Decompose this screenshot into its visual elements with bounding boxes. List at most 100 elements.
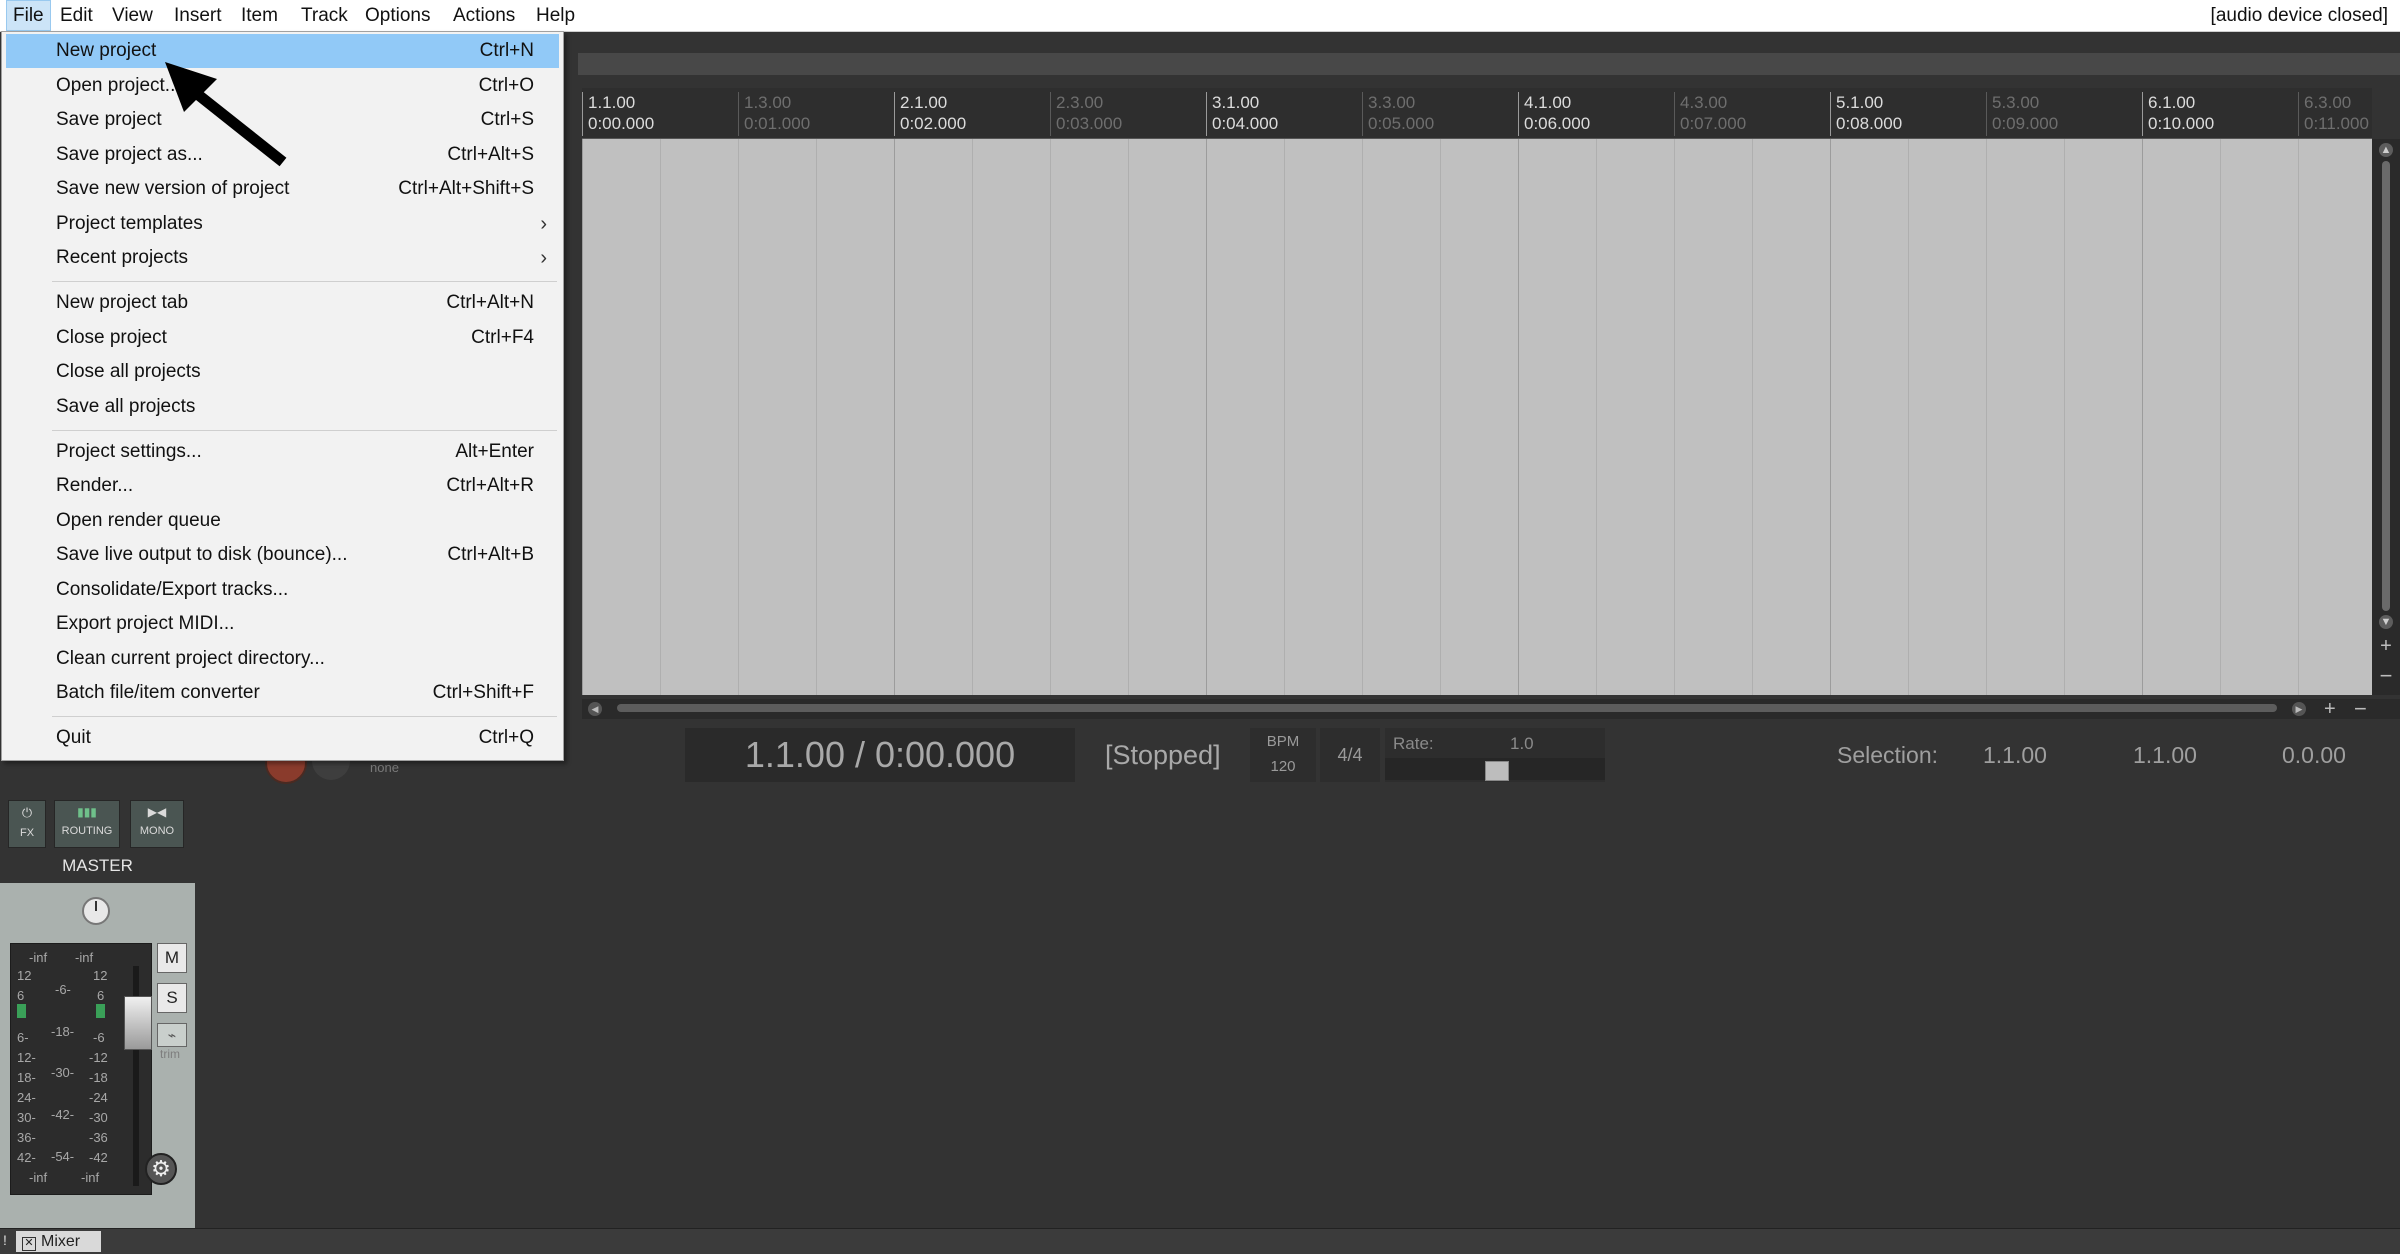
trim-label: trim bbox=[160, 1047, 180, 1061]
selection-start[interactable]: 1.1.00 bbox=[1983, 728, 2047, 782]
horizontal-scroll-thumb[interactable] bbox=[617, 704, 2277, 712]
menu-item-label: Render... bbox=[56, 475, 134, 496]
ruler-time-label: 0:06.000 bbox=[1524, 114, 1591, 133]
menu-help[interactable]: Help bbox=[530, 0, 581, 31]
horizontal-zoom-out-icon[interactable]: − bbox=[2354, 698, 2367, 720]
mixer-tab[interactable]: ✕ Mixer bbox=[16, 1231, 101, 1252]
pan-knob-icon[interactable] bbox=[82, 897, 110, 925]
meter-mid-value: -30- bbox=[51, 1065, 75, 1080]
menu-file[interactable]: File bbox=[6, 0, 51, 31]
grid-line bbox=[660, 139, 661, 695]
menu-item-save-all-projects[interactable]: Save all projects bbox=[6, 390, 559, 424]
menu-item-batch-converter[interactable]: Batch file/item converter Ctrl+Shift+F bbox=[6, 676, 559, 710]
master-fx-button[interactable]: ⏻ FX bbox=[8, 800, 46, 848]
menu-item-project-templates[interactable]: Project templates › bbox=[6, 207, 559, 241]
bpm-value: 120 bbox=[1270, 758, 1296, 775]
arrange-track-area[interactable] bbox=[582, 139, 2372, 695]
meter-left-value: 42- bbox=[17, 1150, 36, 1165]
master-solo-button[interactable]: S bbox=[157, 983, 187, 1013]
zoom-out-icon[interactable]: − bbox=[2379, 665, 2393, 687]
menu-options[interactable]: Options bbox=[359, 0, 436, 31]
master-mono-button[interactable]: ▶◀ MONO bbox=[130, 800, 184, 848]
ruler-tick bbox=[894, 92, 895, 136]
menu-item-new-project[interactable]: New project Ctrl+N bbox=[6, 34, 559, 68]
ruler-tick bbox=[1206, 92, 1207, 136]
menu-item-shortcut: Ctrl+Alt+Shift+S bbox=[398, 178, 534, 199]
menu-item-save-new-version[interactable]: Save new version of project Ctrl+Alt+Shi… bbox=[6, 172, 559, 206]
meter-left-value: 36- bbox=[17, 1130, 36, 1145]
menu-item-consolidate-export[interactable]: Consolidate/Export tracks... bbox=[6, 573, 559, 607]
grid-line bbox=[582, 139, 583, 695]
menu-item-shortcut: Ctrl+Q bbox=[478, 727, 534, 748]
envelope-icon[interactable]: ⌁ bbox=[157, 1023, 187, 1047]
menu-item-quit[interactable]: Quit Ctrl+Q bbox=[6, 721, 559, 755]
ruler-bar-label: 3.3.00 bbox=[1368, 93, 1416, 112]
playrate-control[interactable]: Rate: 1.0 bbox=[1385, 728, 1605, 782]
grid-line bbox=[2220, 139, 2221, 695]
rate-value: 1.0 bbox=[1510, 734, 1534, 753]
scroll-up-icon[interactable]: ▲ bbox=[2379, 143, 2393, 157]
menu-item-shortcut: Ctrl+Shift+F bbox=[432, 682, 534, 703]
horizontal-zoom-in-icon[interactable]: + bbox=[2324, 699, 2336, 719]
menu-actions[interactable]: Actions bbox=[447, 0, 521, 31]
menu-item-open-project[interactable]: Open project... Ctrl+O bbox=[6, 69, 559, 103]
meter-left-value: 12- bbox=[17, 1050, 36, 1065]
ruler-time-label: 0:07.000 bbox=[1680, 114, 1747, 133]
menu-item[interactable]: Item bbox=[235, 0, 284, 31]
scroll-down-icon[interactable]: ▼ bbox=[2379, 615, 2393, 629]
master-meter[interactable]: -inf 12 6 6- 12- 18- 24- 30- 36- 42- -in… bbox=[10, 943, 152, 1195]
grid-line bbox=[1050, 139, 1051, 695]
ruler-bar-label: 5.1.00 bbox=[1836, 93, 1884, 112]
zoom-in-icon[interactable]: + bbox=[2379, 636, 2393, 656]
horizontal-scrollbar[interactable]: ◀ ▶ + − bbox=[582, 698, 2400, 720]
file-menu-dropdown: New project Ctrl+N Open project... Ctrl+… bbox=[1, 31, 564, 761]
rate-slider[interactable] bbox=[1385, 758, 1605, 781]
menu-item-label: Quit bbox=[56, 727, 91, 748]
fx-label: FX bbox=[19, 827, 35, 839]
time-signature[interactable]: 4/4 bbox=[1320, 728, 1380, 782]
menu-item-render[interactable]: Render... Ctrl+Alt+R bbox=[6, 469, 559, 503]
timeline-ruler[interactable]: 1.1.00 0:00.000 1.3.00 0:01.000 2.1.00 0… bbox=[582, 88, 2372, 139]
menu-track[interactable]: Track bbox=[295, 0, 354, 31]
menu-item-save-project-as[interactable]: Save project as... Ctrl+Alt+S bbox=[6, 138, 559, 172]
menu-item-export-midi[interactable]: Export project MIDI... bbox=[6, 607, 559, 641]
record-mode-label[interactable]: none bbox=[370, 760, 399, 775]
menu-item-project-settings[interactable]: Project settings... Alt+Enter bbox=[6, 435, 559, 469]
grid-line bbox=[894, 139, 895, 695]
master-routing-button[interactable]: ▮▮▮ ROUTING bbox=[54, 800, 120, 848]
scroll-right-icon[interactable]: ▶ bbox=[2292, 702, 2306, 716]
menu-item-open-render-queue[interactable]: Open render queue bbox=[6, 504, 559, 538]
menu-separator bbox=[52, 281, 557, 282]
menu-item-recent-projects[interactable]: Recent projects › bbox=[6, 241, 559, 275]
menu-item-save-project[interactable]: Save project Ctrl+S bbox=[6, 103, 559, 137]
vertical-scroll-thumb[interactable] bbox=[2382, 161, 2390, 611]
ruler-tick bbox=[2298, 92, 2299, 136]
selection-end[interactable]: 1.1.00 bbox=[2133, 728, 2197, 782]
vertical-scrollbar[interactable]: ▲ ▼ + − bbox=[2372, 139, 2400, 695]
gear-icon[interactable]: ⚙ bbox=[145, 1153, 177, 1185]
menu-item-label: Project settings... bbox=[56, 441, 202, 462]
meter-right-level bbox=[96, 1004, 105, 1018]
volume-fader-handle[interactable] bbox=[124, 996, 152, 1050]
menu-insert[interactable]: Insert bbox=[168, 0, 228, 31]
time-display[interactable]: 1.1.00 / 0:00.000 bbox=[685, 728, 1075, 782]
bpm-control[interactable]: BPM 120 bbox=[1250, 728, 1316, 782]
grid-line bbox=[1128, 139, 1129, 695]
master-mute-button[interactable]: M bbox=[157, 943, 187, 973]
menu-item-save-live-output[interactable]: Save live output to disk (bounce)... Ctr… bbox=[6, 538, 559, 572]
menu-item-close-all-projects[interactable]: Close all projects bbox=[6, 355, 559, 389]
menu-item-close-project[interactable]: Close project Ctrl+F4 bbox=[6, 321, 559, 355]
grid-line bbox=[1752, 139, 1753, 695]
selection-length[interactable]: 0.0.00 bbox=[2282, 728, 2346, 782]
menu-item-clean-directory[interactable]: Clean current project directory... bbox=[6, 642, 559, 676]
menu-edit[interactable]: Edit bbox=[54, 0, 99, 31]
close-icon[interactable]: ✕ bbox=[22, 1237, 36, 1251]
menu-view[interactable]: View bbox=[106, 0, 159, 31]
docker-marker: ! bbox=[3, 1232, 7, 1248]
meter-right-value: -18 bbox=[89, 1070, 108, 1085]
ruler-tick bbox=[582, 92, 583, 136]
rate-slider-thumb[interactable] bbox=[1485, 761, 1509, 781]
scroll-left-icon[interactable]: ◀ bbox=[588, 702, 602, 716]
master-channel-panel: -inf 12 6 6- 12- 18- 24- 30- 36- 42- -in… bbox=[0, 883, 195, 1228]
menu-item-new-project-tab[interactable]: New project tab Ctrl+Alt+N bbox=[6, 286, 559, 320]
